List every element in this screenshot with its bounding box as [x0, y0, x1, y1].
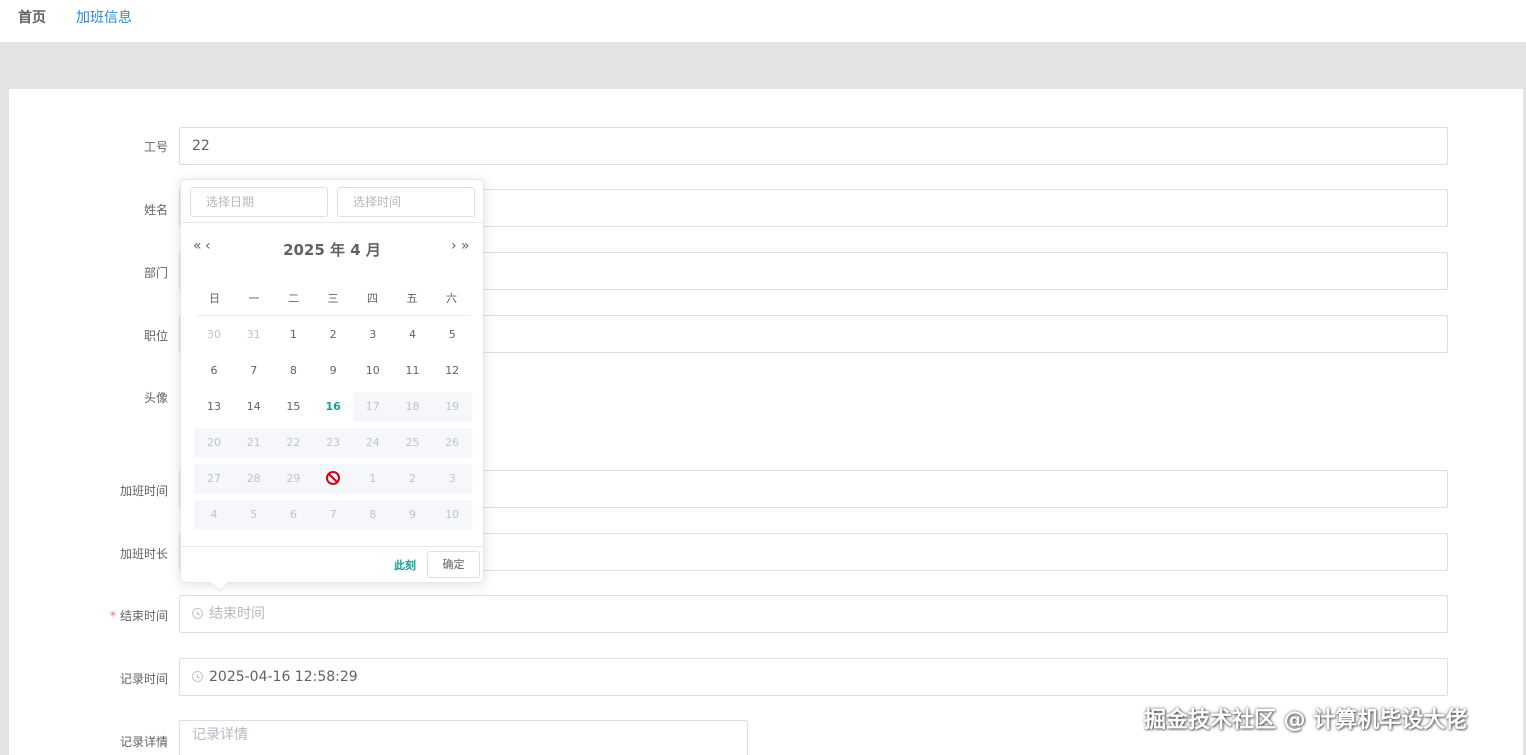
now-button[interactable]: 此刻 — [394, 557, 416, 573]
header-band — [0, 42, 1526, 89]
weekday-label: 二 — [288, 292, 299, 305]
breadcrumb-home[interactable]: 首页 — [18, 7, 46, 27]
record-time-value: 2025-04-16 12:58:29 — [209, 669, 358, 685]
calendar-day: 26 — [432, 428, 473, 458]
weekday-header: 日一二三四五六 — [195, 288, 471, 316]
weekday-label: 一 — [248, 292, 260, 305]
required-mark: * — [109, 609, 116, 623]
calendar-day: 1 — [352, 464, 393, 494]
weekday-label: 日 — [209, 292, 220, 305]
calendar-day-today[interactable]: 16 — [313, 392, 353, 422]
calendar-day: 20 — [194, 428, 234, 458]
calendar-day[interactable]: 12 — [432, 356, 472, 386]
calendar-day: 25 — [392, 428, 433, 458]
record-detail-label: 记录详情 — [119, 735, 168, 749]
department-label: 部门 — [143, 266, 168, 280]
not-allowed-cursor-icon — [326, 471, 341, 485]
calendar-day[interactable]: 14 — [234, 392, 274, 422]
calendar-day[interactable]: 11 — [393, 356, 433, 386]
picker-month-title[interactable]: 2025 年 4 月 — [181, 239, 483, 260]
calendar-day[interactable]: 5 — [432, 320, 472, 350]
calendar-day: 5 — [233, 500, 274, 530]
calendar-day — [313, 464, 354, 494]
weekday-label: 五 — [406, 292, 418, 305]
picker-time-input[interactable]: 选择时间 — [337, 187, 475, 217]
calendar-day[interactable]: 4 — [393, 320, 433, 350]
calendar-day[interactable]: 3 — [353, 320, 393, 350]
picker-footer: 此刻 确定 — [181, 546, 483, 582]
record-time-input[interactable]: 2025-04-16 12:58:29 — [179, 658, 1448, 696]
breadcrumb-current[interactable]: 加班信息 — [76, 7, 132, 27]
calendar-day[interactable]: 2 — [313, 320, 353, 350]
next-year-button[interactable]: » — [461, 238, 470, 254]
calendar-day: 18 — [392, 392, 433, 422]
calendar-day: 29 — [273, 464, 314, 494]
position-label: 职位 — [143, 329, 168, 343]
calendar-day[interactable]: 9 — [313, 356, 353, 386]
overtime-time-label: 加班时间 — [119, 484, 168, 498]
calendar-day: 4 — [194, 500, 234, 530]
calendar-day: 21 — [233, 428, 274, 458]
next-month-button[interactable]: › — [451, 238, 457, 254]
calendar-day: 19 — [432, 392, 473, 422]
end-time-placeholder: 结束时间 — [209, 606, 265, 622]
employee-id-input[interactable]: 22 — [179, 127, 1448, 165]
clock-icon — [192, 671, 203, 682]
calendar-day: 10 — [432, 500, 473, 530]
calendar-day[interactable]: 6 — [194, 356, 234, 386]
calendar-day: 6 — [273, 500, 314, 530]
calendar-day: 23 — [313, 428, 354, 458]
employee-id-label: 工号 — [143, 140, 168, 154]
record-detail-textarea[interactable]: 记录详情 — [179, 720, 748, 755]
calendar-day[interactable]: 15 — [273, 392, 313, 422]
calendar-day: 3 — [432, 464, 473, 494]
name-label: 姓名 — [143, 203, 168, 217]
weekday-label: 四 — [367, 292, 378, 305]
calendar-day[interactable]: 31 — [234, 320, 274, 350]
avatar-label: 头像 — [143, 391, 168, 405]
calendar-day[interactable]: 13 — [194, 392, 234, 422]
clock-icon — [192, 608, 203, 619]
calendar-day: 2 — [392, 464, 433, 494]
picker-header-inputs: 选择日期 选择时间 — [181, 180, 483, 223]
calendar-day: 27 — [194, 464, 234, 494]
end-time-input[interactable]: 结束时间 — [179, 595, 1448, 633]
datetime-picker: 选择日期 选择时间 « ‹ 2025 年 4 月 › » 日一二三四五六 30 3… — [180, 179, 484, 583]
record-time-label: 记录时间 — [119, 672, 168, 686]
calendar-day: 8 — [352, 500, 393, 530]
calendar-day: 28 — [233, 464, 274, 494]
calendar-day[interactable]: 1 — [273, 320, 313, 350]
calendar-day: 22 — [273, 428, 314, 458]
left-gutter — [0, 89, 9, 755]
picker-date-input[interactable]: 选择日期 — [190, 187, 328, 217]
confirm-button[interactable]: 确定 — [427, 551, 480, 578]
calendar-day[interactable]: 7 — [234, 356, 274, 386]
calendar-day[interactable]: 8 — [273, 356, 313, 386]
calendar-day[interactable]: 10 — [353, 356, 393, 386]
watermark: 掘金技术社区 @ 计算机毕设大佬 — [1144, 708, 1468, 733]
breadcrumb: 首页 加班信息 — [0, 0, 1526, 42]
weekday-label: 六 — [446, 292, 457, 305]
calendar-day: 9 — [392, 500, 433, 530]
calendar-day: 17 — [352, 392, 393, 422]
calendar-day: 24 — [352, 428, 393, 458]
overtime-duration-label: 加班时长 — [119, 547, 168, 561]
weekday-label: 三 — [327, 292, 339, 305]
calendar-day[interactable]: 30 — [194, 320, 234, 350]
calendar-day: 7 — [313, 500, 354, 530]
end-time-label: * 结束时间 — [0, 607, 170, 624]
end-time-label-text: 结束时间 — [119, 609, 168, 623]
